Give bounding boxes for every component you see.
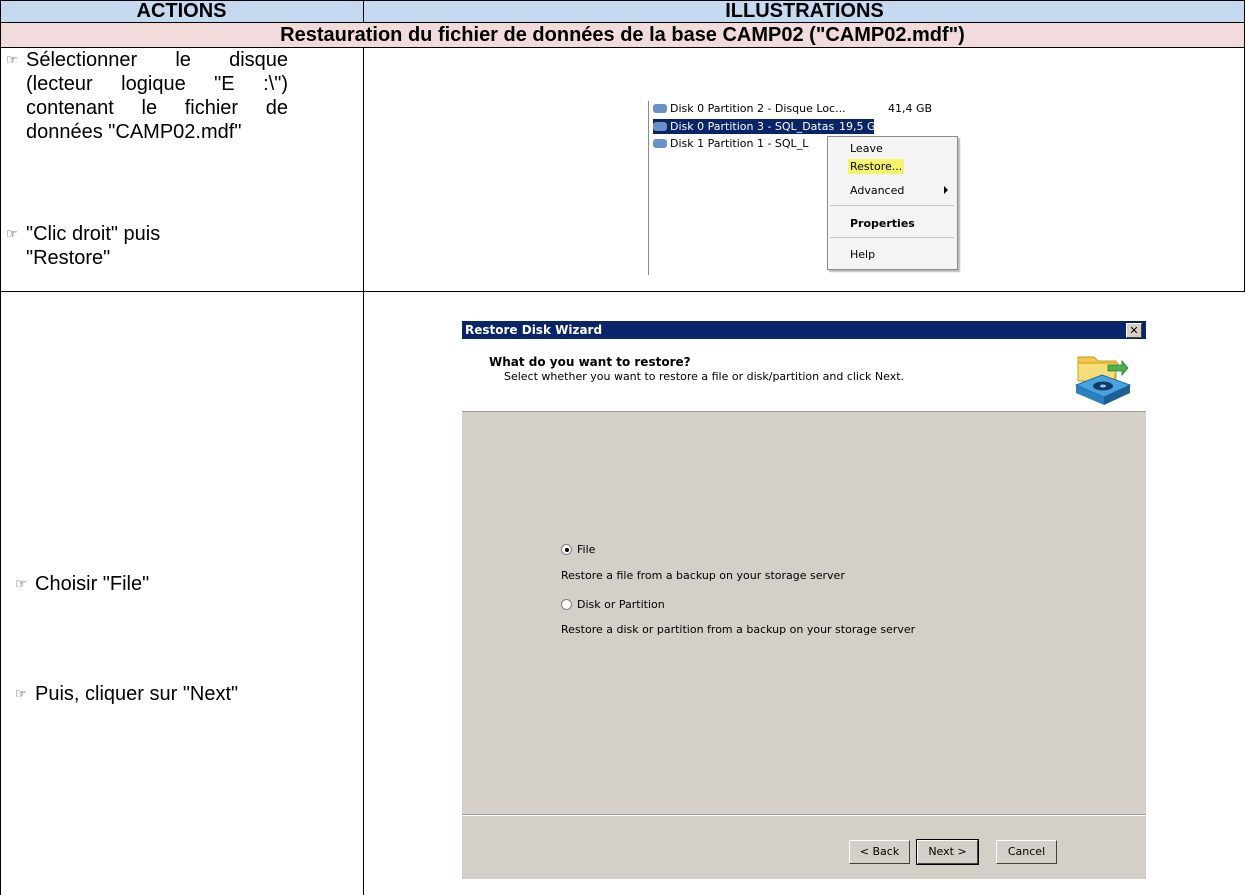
step-select-disk: ☞ Sélectionner le disque (lecteur logique… <box>6 48 358 144</box>
back-button[interactable]: < Back <box>849 840 910 864</box>
next-button[interactable]: Next > <box>916 839 979 865</box>
context-menu-screenshot: Disk 0 Partition 2 - Disque Loc... 41,4 … <box>648 101 980 275</box>
menu-separator <box>830 237 954 238</box>
wizard-titlebar: Restore Disk Wizard ✕ <box>462 321 1146 339</box>
disk-row-selected[interactable]: Disk 0 Partition 3 - SQL_Datas 19,5 GB <box>653 119 883 134</box>
step-text-line: "Clic droit" puis <box>26 223 161 245</box>
menu-item-help[interactable]: Help <box>850 247 875 262</box>
step-text-line: (lecteur logique "E :\") <box>26 73 288 95</box>
context-menu: Leave Restore... Advanced Properties Hel… <box>827 136 958 270</box>
step-text-line: données "CAMP02.mdf" <box>26 121 242 143</box>
wizard-footer-separator <box>462 814 1146 816</box>
section-title: Restauration du fichier de données de la… <box>0 23 1245 47</box>
radio-file-description: Restore a file from a backup on your sto… <box>561 569 845 582</box>
pointing-hand-icon: ☞ <box>15 576 27 591</box>
restore-folder-icon <box>1074 356 1132 405</box>
step-text-line: Choisir "File" <box>35 573 150 595</box>
disk-row[interactable]: Disk 0 Partition 2 - Disque Loc... 41,4 … <box>653 101 973 116</box>
menu-separator <box>830 205 954 206</box>
actions-header: ACTIONS <box>0 0 363 22</box>
step-text-line: contenant le fichier de <box>26 97 288 119</box>
close-icon[interactable]: ✕ <box>1126 323 1142 338</box>
pane-border <box>648 101 649 275</box>
disk-size: 41,4 GB <box>888 102 933 115</box>
radio-disk-partition[interactable] <box>561 599 572 610</box>
wizard-heading: What do you want to restore? <box>489 355 691 369</box>
radio-disk-partition-description: Restore a disk or partition from a backu… <box>561 623 916 636</box>
disk-icon <box>653 122 667 131</box>
wizard-subheading: Select whether you want to restore a fil… <box>504 370 905 383</box>
pointing-hand-icon: ☞ <box>15 686 27 701</box>
menu-item-advanced[interactable]: Advanced <box>850 183 904 198</box>
radio-file-label[interactable]: File <box>577 543 595 556</box>
radio-file[interactable] <box>561 544 572 555</box>
cancel-button[interactable]: Cancel <box>996 840 1057 864</box>
wizard-title: Restore Disk Wizard <box>465 323 603 337</box>
disk-size: 19,5 GB <box>839 120 884 133</box>
step-text-line: "Restore" <box>26 247 111 269</box>
disk-name: Disk 0 Partition 3 - SQL_Datas <box>670 120 835 133</box>
table-column-divider <box>363 47 364 895</box>
submenu-arrow-icon <box>944 186 948 194</box>
disk-icon <box>653 104 667 113</box>
table-border <box>0 291 1245 292</box>
step-click-next: ☞ Puis, cliquer sur "Next" <box>15 682 238 706</box>
illustrations-header: ILLUSTRATIONS <box>364 0 1245 22</box>
step-text-line: Puis, cliquer sur "Next" <box>35 683 239 705</box>
wizard-header: What do you want to restore? Select whet… <box>462 339 1146 412</box>
radio-disk-partition-label[interactable]: Disk or Partition <box>577 598 665 611</box>
pointing-hand-icon: ☞ <box>6 52 18 67</box>
step-choose-file: ☞ Choisir "File" <box>15 572 149 596</box>
menu-item-restore[interactable]: Restore... <box>848 159 905 174</box>
menu-item-properties[interactable]: Properties <box>850 216 915 231</box>
step-right-click: ☞ "Clic droit" puis "Restore" <box>6 222 358 270</box>
disk-row[interactable]: Disk 1 Partition 1 - SQL_L <box>653 136 833 151</box>
table-border <box>0 22 1245 23</box>
menu-item-leave[interactable]: Leave <box>850 141 883 156</box>
disk-name: Disk 1 Partition 1 - SQL_L <box>670 137 809 150</box>
table-border-left <box>0 0 1 895</box>
disk-name: Disk 0 Partition 2 - Disque Loc... <box>670 102 846 115</box>
table-column-divider <box>363 0 364 23</box>
pointing-hand-icon: ☞ <box>6 226 18 241</box>
step-text-line: Sélectionner le disque <box>26 49 288 71</box>
disk-icon <box>653 139 667 148</box>
restore-wizard-screenshot: Restore Disk Wizard ✕ What do you want t… <box>462 321 1146 879</box>
table-border-top <box>0 0 1245 1</box>
